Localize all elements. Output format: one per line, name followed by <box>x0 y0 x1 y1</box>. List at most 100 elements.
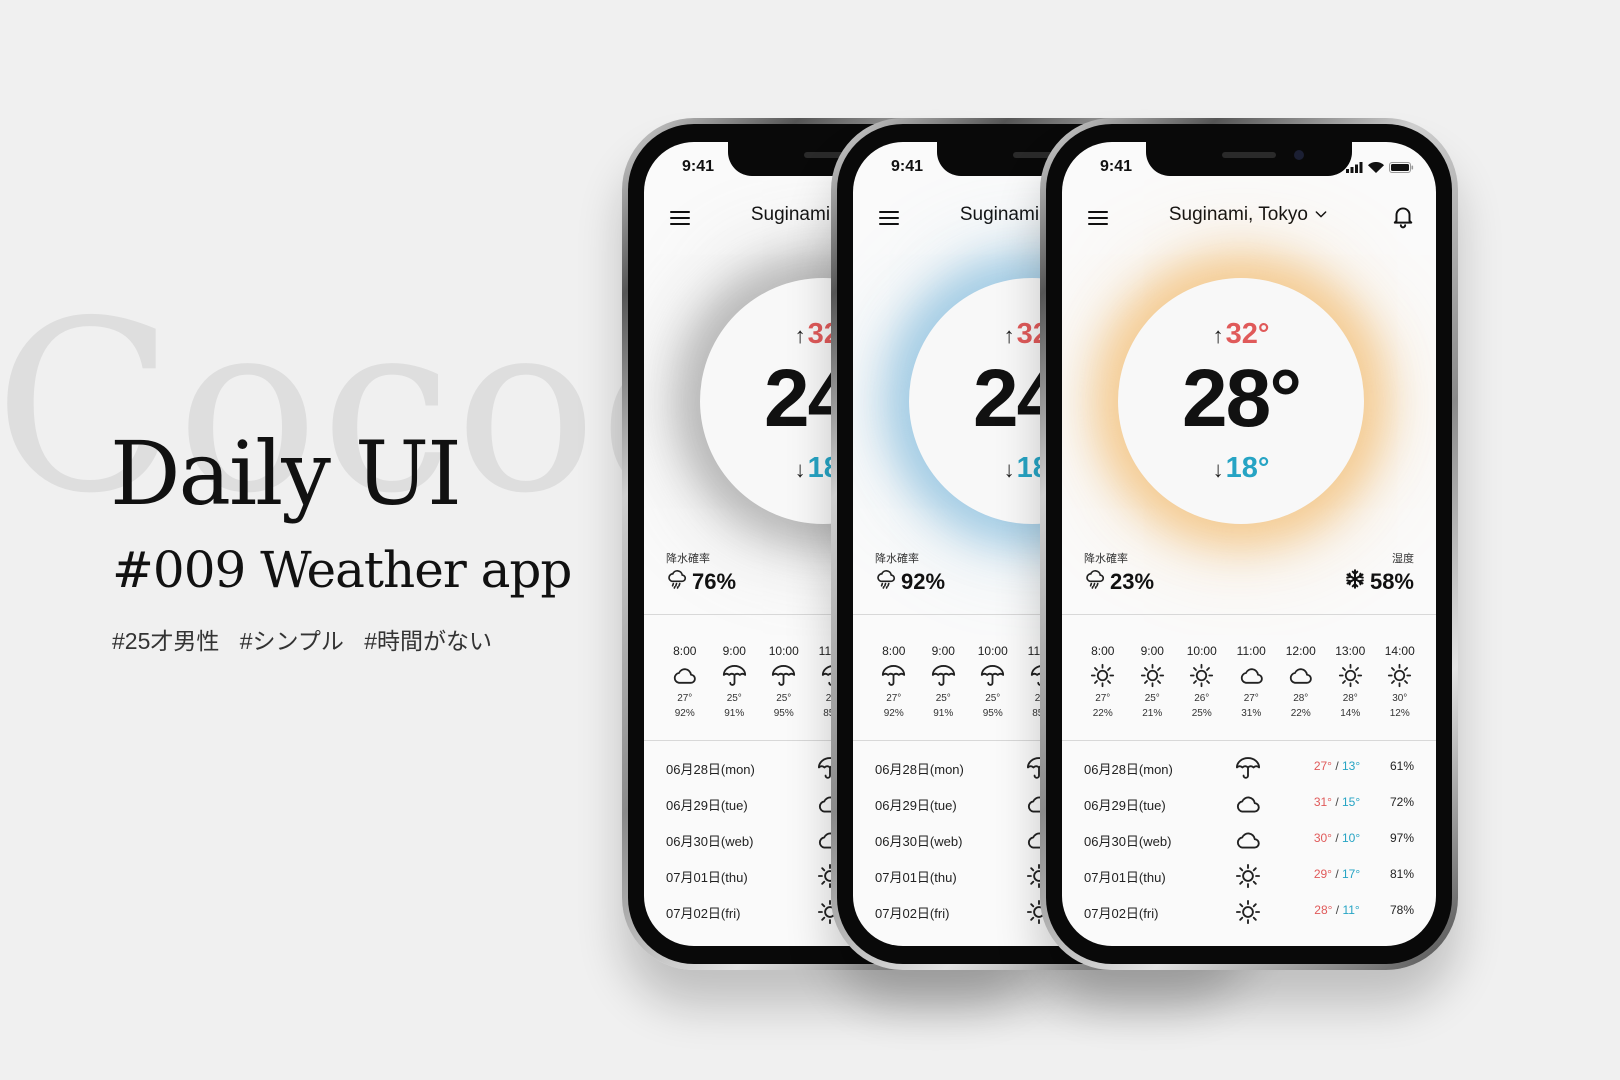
precip-value: 76% <box>692 569 737 594</box>
daily-temp-range: 29° / 17° <box>1313 867 1361 881</box>
daily-temp-low: 15° <box>1342 795 1361 809</box>
hourly-forecast[interactable]: 8:00 27° 92% 9:00 25° 91% 10:00 25° 95% … <box>660 644 858 720</box>
hourly-forecast-item: 8:00 27° 92% <box>660 644 710 720</box>
hourly-forecast-item: 13:00 28° 14% <box>1326 644 1376 720</box>
hourly-forecast-item: 9:00 25° 91% <box>919 644 969 720</box>
sun-icon <box>1078 660 1128 690</box>
precip-label: 降水確率 <box>875 553 919 565</box>
daily-date: 07月02日(fri) <box>1084 906 1159 921</box>
daily-forecast-row[interactable]: 07月01日(thu) 29° / 17° 81% <box>1084 858 1414 894</box>
arrow-up-icon: ↑ <box>1212 323 1224 348</box>
hourly-time: 8:00 <box>882 644 906 658</box>
tag: #シンプル <box>239 628 344 654</box>
hourly-temp: 25° <box>1144 693 1160 704</box>
hourly-temp: 25° <box>776 693 792 704</box>
cloud-icon <box>660 660 710 690</box>
page-subtitle: #009 Weather app <box>112 541 572 599</box>
hourly-precip: 22% <box>1290 708 1311 719</box>
hourly-time: 9:00 <box>1140 644 1164 658</box>
wifi-icon <box>1368 162 1384 173</box>
temp-low: ↓18° <box>1212 452 1270 484</box>
precip-label: 降水確率 <box>1084 553 1128 565</box>
hourly-forecast-item: 12:00 28° 22% <box>1276 644 1326 720</box>
hourly-time: 9:00 <box>722 644 746 658</box>
hourly-precip: 22% <box>1092 708 1113 719</box>
daily-date: 06月30日(web) <box>875 834 963 849</box>
daily-temp-range: 31° / 15° <box>1313 795 1361 809</box>
hourly-temp: 28° <box>1342 693 1358 704</box>
hourly-precip: 14% <box>1340 708 1361 719</box>
phone-screen: 9:41 Suginami, Tokyo ↑32° 28° ↓18° 降水確率 … <box>1062 142 1436 946</box>
hourly-forecast[interactable]: 8:00 27° 22% 9:00 25° 21% 10:00 26° 25% … <box>1078 644 1425 720</box>
tag: #時間がない <box>364 628 493 654</box>
umbrella-icon <box>710 660 760 690</box>
daily-date: 07月01日(thu) <box>875 870 957 885</box>
daily-date: 07月01日(thu) <box>1084 870 1166 885</box>
umbrella-icon <box>1234 754 1262 787</box>
hourly-time: 11:00 <box>1236 644 1266 658</box>
daily-temp-high: 27° <box>1313 759 1332 773</box>
hourly-precip: 92% <box>883 708 904 719</box>
sun-icon <box>1128 660 1178 690</box>
daily-temp-low: 17° <box>1342 867 1361 881</box>
daily-forecast-list[interactable]: 06月28日(mon) 27° / 13° 61% 06月29日(tue) 31… <box>1084 750 1414 930</box>
status-icons <box>1346 162 1414 173</box>
daily-date: 06月30日(web) <box>1084 834 1172 849</box>
divider <box>1062 614 1436 615</box>
daily-temp-low: 10° <box>1342 831 1361 845</box>
temp-current: 28° <box>1181 353 1302 444</box>
arrow-down-icon: ↓ <box>1212 457 1224 482</box>
rain-cloud-icon <box>875 568 897 596</box>
status-time: 9:41 <box>682 158 715 175</box>
location-name: Suginami, Tokyo <box>1168 204 1308 225</box>
daily-date: 06月28日(mon) <box>875 762 964 777</box>
rain-cloud-icon <box>1084 568 1106 596</box>
umbrella-icon <box>968 660 1018 690</box>
hourly-forecast-item: 9:00 25° 91% <box>710 644 760 720</box>
snowflake-icon <box>1344 568 1366 596</box>
hourly-precip: 95% <box>982 708 1003 719</box>
hourly-temp: 27° <box>886 693 902 704</box>
cloud-icon <box>1234 826 1262 859</box>
cloud-icon <box>1276 660 1326 690</box>
bell-icon[interactable] <box>1390 203 1416 234</box>
hourly-temp: 25° <box>985 693 1001 704</box>
speaker <box>1222 152 1276 158</box>
daily-forecast-row[interactable]: 07月02日(fri) 28° / 11° 78% <box>1084 894 1414 930</box>
umbrella-icon <box>919 660 969 690</box>
temperature-dial: ↑32° 28° ↓18° <box>1118 278 1364 524</box>
arrow-down-icon: ↓ <box>794 457 806 482</box>
hourly-time: 12:00 <box>1285 644 1316 658</box>
phone-mockup: 9:41 Suginami, Tokyo ↑32° 28° ↓18° 降水確率 … <box>1040 118 1458 970</box>
hourly-forecast-item: 8:00 27° 92% <box>869 644 919 720</box>
daily-temp-high: 31° <box>1313 795 1332 809</box>
daily-humidity: 72% <box>1389 795 1414 809</box>
notch <box>1146 142 1352 176</box>
arrow-up-icon: ↑ <box>794 323 806 348</box>
daily-date: 06月28日(mon) <box>666 762 755 777</box>
hourly-forecast[interactable]: 8:00 27° 92% 9:00 25° 91% 10:00 25° 95% … <box>869 644 1067 720</box>
hourly-time: 13:00 <box>1335 644 1366 658</box>
arrow-up-icon: ↑ <box>1003 323 1015 348</box>
temp-high: ↑32° <box>1212 318 1270 350</box>
daily-date: 06月29日(tue) <box>1084 798 1166 813</box>
daily-forecast-row[interactable]: 06月28日(mon) 27° / 13° 61% <box>1084 750 1414 786</box>
daily-temp-range: 30° / 10° <box>1313 831 1361 845</box>
daily-humidity: 78% <box>1389 903 1414 917</box>
hourly-temp: 30° <box>1392 693 1408 704</box>
sun-icon <box>1326 660 1376 690</box>
tag-list: #25才男性 #シンプル #時間がない <box>112 622 506 656</box>
daily-temp-low: 13° <box>1342 759 1361 773</box>
sun-icon <box>1234 898 1262 931</box>
precipitation-metric: 降水確率 23% <box>1084 550 1154 596</box>
cloud-icon <box>1227 660 1277 690</box>
hourly-temp: 27° <box>677 693 693 704</box>
precip-value: 23% <box>1110 569 1155 594</box>
umbrella-icon <box>869 660 919 690</box>
hourly-time: 10:00 <box>1186 644 1217 658</box>
daily-forecast-row[interactable]: 06月30日(web) 30° / 10° 97% <box>1084 822 1414 858</box>
daily-forecast-row[interactable]: 06月29日(tue) 31° / 15° 72% <box>1084 786 1414 822</box>
location-selector[interactable]: Suginami, Tokyo <box>1062 204 1436 228</box>
hourly-precip: 91% <box>933 708 954 719</box>
phone-bezel: 9:41 Suginami, Tokyo ↑32° 28° ↓18° 降水確率 … <box>1046 124 1452 964</box>
